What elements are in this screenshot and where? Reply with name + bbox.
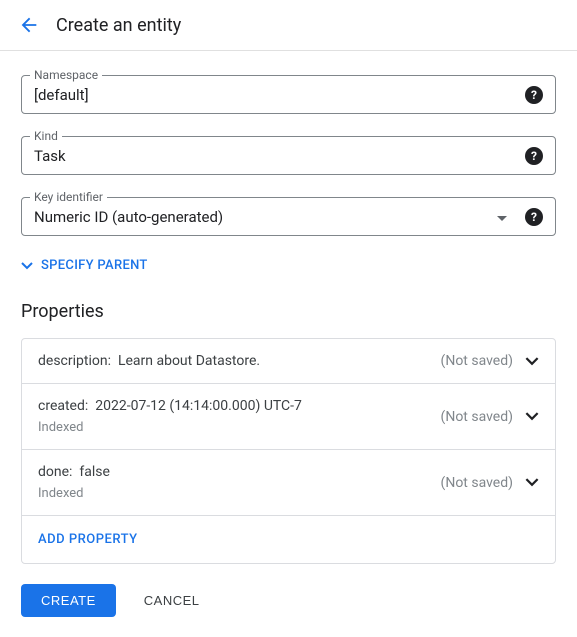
property-key: description: (38, 353, 111, 369)
property-key: created: (38, 398, 88, 414)
property-row[interactable]: description: Learn about Datastore. (Not… (22, 339, 555, 384)
property-main: created: 2022-07-12 (14:14:00.000) UTC-7… (38, 398, 441, 435)
property-status: (Not saved) (441, 353, 513, 369)
dropdown-arrow-icon[interactable] (497, 209, 507, 225)
chevron-down-icon[interactable] (525, 357, 539, 366)
add-property-button[interactable]: ADD PROPERTY (22, 516, 555, 563)
key-identifier-value: Numeric ID (auto-generated) (34, 208, 489, 226)
specify-parent-label: SPECIFY PARENT (41, 258, 148, 273)
kind-value: Task (34, 147, 517, 165)
property-row[interactable]: created: 2022-07-12 (14:14:00.000) UTC-7… (22, 384, 555, 450)
page-title: Create an entity (56, 15, 181, 36)
property-main: done: false Indexed (38, 464, 441, 501)
property-value: false (79, 464, 110, 480)
chevron-down-icon[interactable] (525, 412, 539, 421)
property-value: 2022-07-12 (14:14:00.000) UTC-7 (95, 398, 302, 414)
property-value: Learn about Datastore. (118, 353, 260, 369)
property-main: description: Learn about Datastore. (38, 353, 441, 369)
property-status: (Not saved) (441, 475, 513, 491)
properties-list: description: Learn about Datastore. (Not… (21, 338, 556, 564)
property-status: (Not saved) (441, 409, 513, 425)
back-arrow-icon[interactable] (18, 14, 40, 36)
namespace-value: [default] (34, 86, 517, 104)
properties-heading: Properties (21, 301, 556, 322)
chevron-down-icon (21, 262, 33, 270)
help-icon[interactable]: ? (525, 86, 543, 104)
kind-label: Kind (30, 129, 62, 143)
footer-actions: CREATE CANCEL (21, 584, 556, 617)
kind-field[interactable]: Kind Task ? (21, 136, 556, 175)
property-key: done: (38, 464, 72, 480)
help-icon[interactable]: ? (525, 147, 543, 165)
property-indexed: Indexed (38, 420, 441, 435)
key-identifier-field[interactable]: Key identifier Numeric ID (auto-generate… (21, 197, 556, 236)
property-row[interactable]: done: false Indexed (Not saved) (22, 450, 555, 516)
namespace-field[interactable]: Namespace [default] ? (21, 75, 556, 114)
namespace-label: Namespace (30, 68, 102, 82)
create-button[interactable]: CREATE (21, 584, 116, 617)
form-area: Namespace [default] ? Kind Task ? Key id… (0, 51, 577, 637)
chevron-down-icon[interactable] (525, 478, 539, 487)
cancel-button[interactable]: CANCEL (144, 593, 200, 608)
specify-parent-toggle[interactable]: SPECIFY PARENT (21, 258, 556, 273)
help-icon[interactable]: ? (525, 208, 543, 226)
page-header: Create an entity (0, 0, 577, 51)
key-identifier-label: Key identifier (30, 190, 107, 204)
property-indexed: Indexed (38, 486, 441, 501)
